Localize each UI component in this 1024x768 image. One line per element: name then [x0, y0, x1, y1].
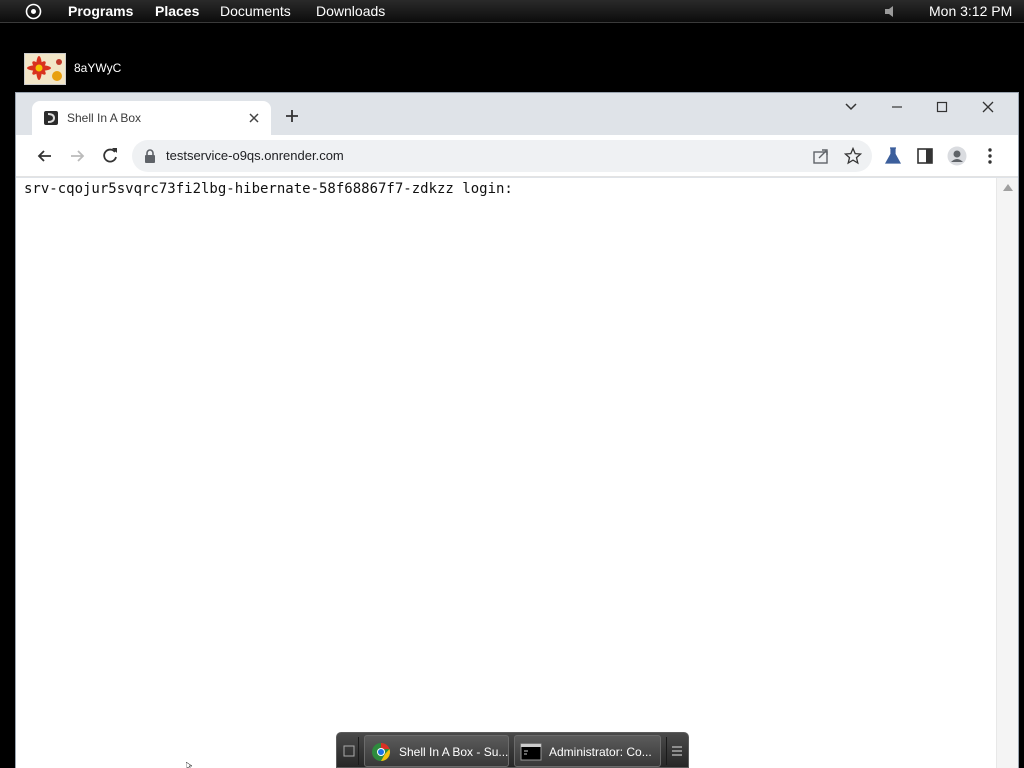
lock-icon[interactable]	[144, 149, 156, 163]
task-label: Administrator: Co...	[549, 745, 652, 759]
bookmark-star-icon[interactable]	[844, 147, 862, 165]
menu-downloads[interactable]: Downloads	[316, 3, 385, 20]
tab-title: Shell In A Box	[67, 111, 142, 125]
new-tab-icon[interactable]	[284, 108, 300, 124]
maximize-icon[interactable]	[929, 97, 955, 117]
browser-window: Shell In A Box testservice-o9qs.onrender…	[15, 92, 1019, 768]
profile-avatar-icon[interactable]	[947, 146, 967, 166]
share-icon[interactable]	[812, 147, 830, 165]
close-tab-icon[interactable]	[246, 110, 262, 126]
mouse-cursor-icon	[186, 762, 193, 768]
menu-documents[interactable]: Documents	[220, 3, 291, 20]
browser-toolbar: testservice-o9qs.onrender.com	[16, 135, 1018, 177]
close-window-icon[interactable]	[975, 97, 1001, 117]
menu-places[interactable]: Places	[155, 3, 199, 20]
terminal-login-prompt: srv-cqojur5svqrc73fi2lbg-hibernate-58f68…	[24, 181, 513, 197]
tab-shell-in-a-box[interactable]: Shell In A Box	[32, 101, 271, 135]
system-logo-icon[interactable]	[25, 3, 42, 20]
vertical-scrollbar[interactable]	[996, 178, 1018, 768]
url-text[interactable]: testservice-o9qs.onrender.com	[166, 148, 344, 163]
tab-search-icon[interactable]	[838, 97, 864, 117]
labs-flask-icon[interactable]	[883, 146, 903, 166]
back-arrow-icon[interactable]	[35, 146, 55, 166]
desktop-icon-image[interactable]	[24, 53, 66, 85]
address-bar[interactable]: testservice-o9qs.onrender.com	[132, 140, 872, 172]
more-menu-icon[interactable]	[980, 146, 1000, 166]
show-desktop-icon	[343, 745, 355, 757]
scroll-up-arrow-icon[interactable]	[1003, 184, 1013, 191]
side-panel-icon[interactable]	[915, 146, 935, 166]
menu-lines-icon	[672, 746, 682, 756]
menu-programs[interactable]: Programs	[68, 3, 133, 20]
clock[interactable]: Mon 3:12 PM	[929, 3, 1012, 20]
chrome-icon	[372, 743, 391, 761]
task-chrome-shellinabox[interactable]: Shell In A Box - Su...	[364, 735, 509, 767]
taskbar-menu-button[interactable]	[666, 737, 686, 765]
volume-icon[interactable]	[884, 5, 898, 18]
forward-arrow-icon[interactable]	[67, 146, 87, 166]
minimize-icon[interactable]	[884, 97, 910, 117]
show-desktop-button[interactable]	[339, 737, 359, 765]
task-label: Shell In A Box - Su...	[399, 745, 509, 759]
desktop-icon-label[interactable]: 8aYWyC	[74, 61, 121, 75]
flower-icon	[25, 54, 65, 84]
shellinabox-favicon-icon	[44, 111, 58, 125]
top-panel: Programs Places Documents Downloads Mon …	[0, 0, 1024, 23]
reload-icon[interactable]	[100, 146, 120, 166]
taskbar: Shell In A Box - Su... Administrator: Co…	[336, 732, 689, 768]
task-administrator-cmd[interactable]: Administrator: Co...	[514, 735, 661, 767]
terminal-area[interactable]: srv-cqojur5svqrc73fi2lbg-hibernate-58f68…	[16, 178, 996, 768]
cmd-icon	[520, 743, 542, 761]
